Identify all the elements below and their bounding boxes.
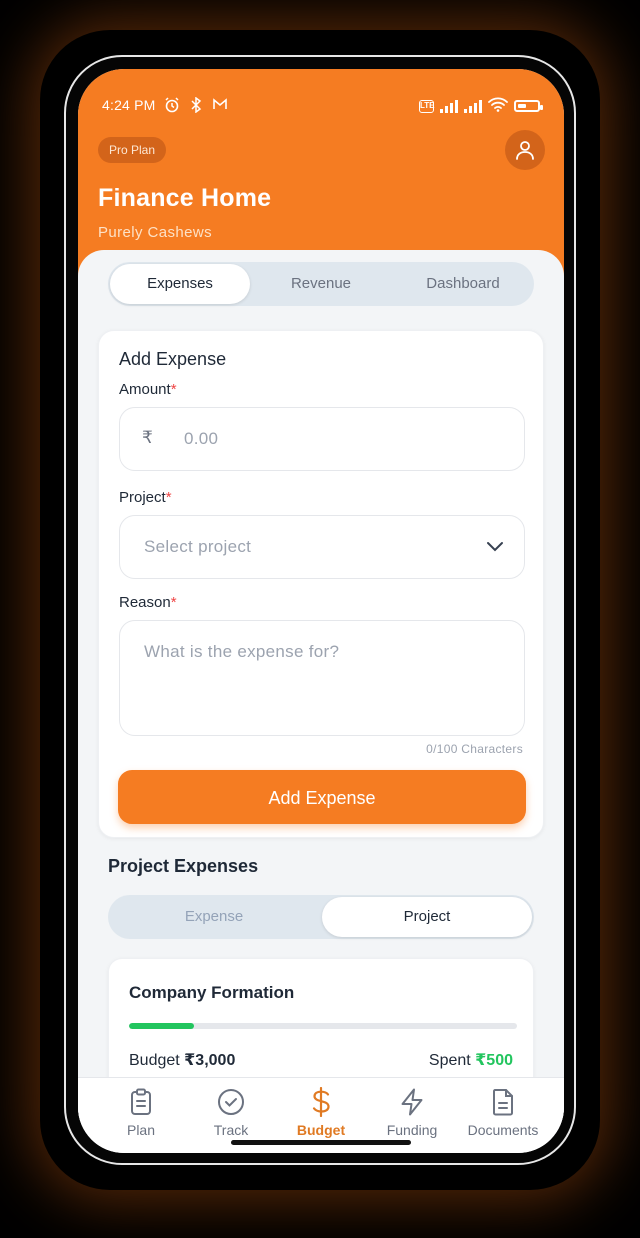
dollar-icon	[312, 1087, 330, 1117]
amount-placeholder: 0.00	[184, 429, 219, 448]
alarm-icon	[164, 97, 180, 116]
lightning-icon	[401, 1088, 423, 1116]
project-name: Company Formation	[129, 983, 295, 1002]
project-placeholder: Select project	[144, 537, 252, 556]
clipboard-icon	[131, 1088, 151, 1115]
main-tabs: Expenses Revenue Dashboard	[108, 262, 534, 306]
amount-field[interactable]: ₹ 0.00	[119, 407, 525, 471]
budget-amount: Budget ₹3,000	[129, 1052, 236, 1069]
amount-label: Amount*	[119, 381, 177, 398]
budget-progress-bar	[129, 1023, 517, 1029]
nav-budget[interactable]: Budget	[276, 1086, 366, 1138]
project-label: Project*	[119, 489, 172, 506]
toggle-expense[interactable]: Expense	[108, 895, 320, 939]
gmail-icon	[212, 97, 228, 114]
company-name: Purely Cashews	[98, 224, 212, 241]
home-indicator[interactable]	[231, 1140, 411, 1145]
add-expense-button[interactable]: Add Expense	[118, 770, 526, 824]
app-screen: 4:24 PM LTE Pro Plan Finance Home Purely…	[78, 69, 564, 1153]
status-time: 4:24 PM	[102, 97, 156, 113]
wifi-icon	[488, 97, 508, 115]
tab-expenses[interactable]: Expenses	[110, 264, 250, 304]
sim-icon: LTE	[419, 99, 435, 113]
expense-project-toggle: Expense Project	[108, 895, 534, 939]
tab-revenue[interactable]: Revenue	[250, 262, 392, 306]
main-content: Expenses Revenue Dashboard Add Expense A…	[78, 250, 564, 1150]
pro-plan-badge: Pro Plan	[98, 137, 167, 163]
budget-progress-fill	[129, 1023, 194, 1029]
phone-frame: 4:24 PM LTE Pro Plan Finance Home Purely…	[64, 55, 576, 1165]
card-title: Add Expense	[119, 349, 227, 369]
status-right: LTE	[419, 97, 543, 115]
nav-plan[interactable]: Plan	[96, 1086, 186, 1138]
page-title: Finance Home	[98, 184, 272, 212]
rupee-icon: ₹	[142, 428, 154, 447]
reason-label: Reason*	[119, 594, 177, 611]
bluetooth-icon	[190, 96, 202, 116]
project-expenses-title: Project Expenses	[108, 856, 259, 876]
toggle-project[interactable]: Project	[322, 897, 532, 937]
tab-dashboard[interactable]: Dashboard	[392, 262, 534, 306]
check-circle-icon	[218, 1089, 244, 1115]
status-bar: 4:24 PM LTE	[102, 96, 543, 116]
nav-documents[interactable]: Documents	[458, 1086, 548, 1138]
profile-button[interactable]	[505, 130, 545, 170]
chevron-down-icon	[487, 542, 503, 552]
add-expense-card: Add Expense Amount* ₹ 0.00 Project* Sele…	[98, 330, 544, 838]
reason-textarea[interactable]: What is the expense for?	[119, 620, 525, 736]
reason-placeholder: What is the expense for?	[144, 642, 340, 661]
project-select[interactable]: Select project	[119, 515, 525, 579]
character-counter: 0/100 Characters	[426, 742, 523, 756]
user-icon	[516, 141, 534, 160]
spent-amount: Spent ₹500	[428, 1052, 513, 1069]
signal-icon-2	[464, 99, 482, 113]
battery-icon	[514, 100, 543, 112]
document-icon	[493, 1089, 513, 1116]
nav-funding[interactable]: Funding	[367, 1086, 457, 1138]
signal-icon-1	[440, 99, 458, 113]
nav-track[interactable]: Track	[186, 1086, 276, 1138]
